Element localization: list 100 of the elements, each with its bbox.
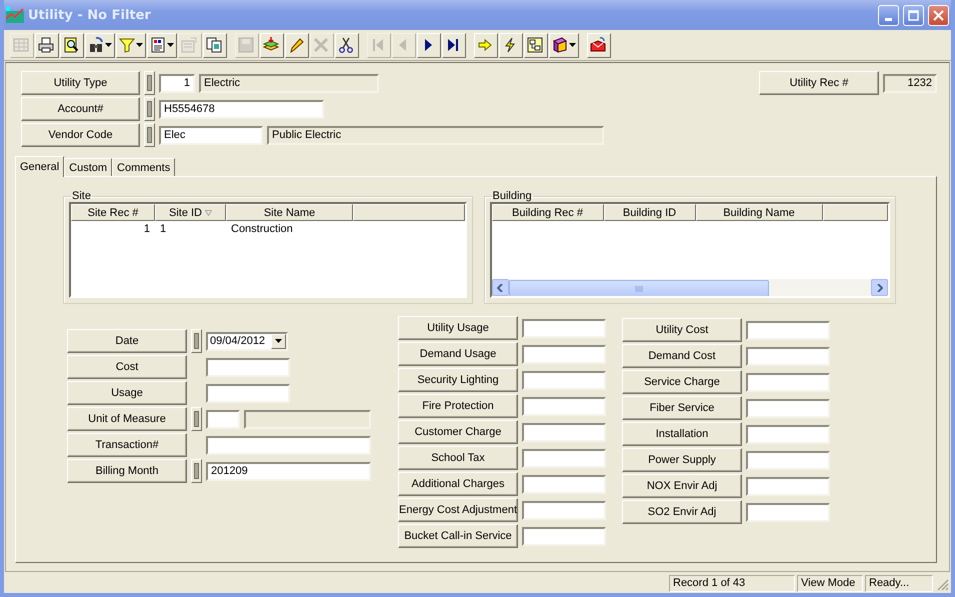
minimize-button[interactable] [878, 4, 899, 26]
field-label-button[interactable]: Cost [67, 355, 187, 379]
toolbar-button[interactable] [335, 32, 359, 58]
input-field[interactable] [522, 422, 606, 442]
input-field[interactable] [746, 320, 830, 340]
input-field[interactable] [522, 396, 606, 416]
window-title: Utility - No Filter [28, 8, 152, 22]
column-header[interactable]: Site ID [155, 204, 226, 221]
field-label-button[interactable]: Account# [21, 97, 140, 121]
toolbar-button[interactable] [147, 32, 177, 58]
toolbar-button[interactable] [60, 32, 84, 58]
input-field[interactable] [746, 476, 830, 496]
column-header[interactable]: Building ID [604, 204, 696, 221]
field-label-button[interactable]: Installation [622, 422, 742, 446]
lookup-handle[interactable] [144, 71, 155, 95]
input-field[interactable] [746, 424, 830, 444]
column-header[interactable]: Site Rec # [71, 204, 155, 221]
lookup-handle[interactable] [191, 329, 202, 353]
date-value: 09/04/2012 [210, 335, 266, 347]
field-label-button[interactable]: Billing Month [67, 459, 187, 483]
toolbar-button[interactable] [203, 32, 227, 58]
column-header[interactable]: Building Name [696, 204, 822, 221]
field-label-button[interactable]: Customer Charge [398, 420, 518, 444]
field-label-button[interactable]: School Tax [398, 446, 518, 470]
input-field[interactable] [522, 526, 606, 546]
toolbar-button[interactable] [85, 32, 115, 58]
toolbar-button[interactable] [587, 32, 611, 58]
toolbar-button[interactable] [35, 32, 59, 58]
field-label-button[interactable]: Utility Usage [398, 316, 518, 340]
field-label-button[interactable]: Demand Cost [622, 344, 742, 368]
lookup-handle[interactable] [144, 97, 155, 121]
toolbar-button[interactable] [524, 32, 548, 58]
input-field[interactable] [522, 500, 606, 520]
maximize-button[interactable] [903, 4, 924, 26]
toolbar-button[interactable] [499, 32, 523, 58]
tab[interactable]: Comments [112, 158, 176, 176]
toolbar-button[interactable] [442, 32, 466, 58]
input-field[interactable] [746, 346, 830, 366]
input-field[interactable]: 201209 [206, 462, 371, 480]
field-label-button[interactable]: Service Charge [622, 370, 742, 394]
input-field[interactable] [746, 450, 830, 470]
toolbar-button[interactable] [116, 32, 146, 58]
input-field[interactable]: H5554678 [159, 100, 324, 118]
field-label-button[interactable]: Power Supply [622, 448, 742, 472]
toolbar-button[interactable] [417, 32, 441, 58]
field-label-button[interactable]: Usage [67, 381, 187, 405]
field-label-button[interactable]: NOX Envir Adj [622, 474, 742, 498]
caret-icon [569, 43, 576, 47]
field-label-button[interactable]: Additional Charges [398, 472, 518, 496]
stack-icon [263, 37, 279, 53]
field-label-button[interactable]: Utility Type [21, 71, 140, 95]
dropdown-button[interactable] [271, 334, 286, 348]
scroll-left-button[interactable] [492, 279, 508, 296]
input-field[interactable] [206, 436, 371, 454]
toolbar-button[interactable] [474, 32, 498, 58]
input-field[interactable] [206, 384, 290, 402]
input-field[interactable]: 1 [159, 74, 195, 92]
toolbar-button[interactable] [260, 32, 284, 58]
lookup-handle[interactable] [144, 123, 155, 147]
column-header[interactable]: Building Rec # [492, 204, 604, 221]
field-label-button[interactable]: Utility Rec # [759, 71, 879, 95]
input-field[interactable] [206, 410, 240, 428]
input-field[interactable] [206, 358, 290, 376]
date-field[interactable]: 09/04/2012 [206, 332, 288, 350]
input-field[interactable] [522, 318, 606, 338]
field-label-button[interactable]: Unit of Measure [67, 407, 187, 431]
input-field[interactable]: Elec [159, 126, 263, 144]
input-field[interactable] [522, 448, 606, 468]
column-header[interactable]: Site Name [226, 204, 353, 221]
lookup-handle[interactable] [191, 407, 202, 431]
input-field[interactable] [746, 372, 830, 392]
sort-icon [205, 210, 212, 216]
toolbar-button[interactable] [285, 32, 309, 58]
field-label-button[interactable]: Utility Cost [622, 318, 742, 342]
scroll-right-button[interactable] [871, 279, 888, 296]
caret-icon [136, 43, 143, 47]
field-label-button[interactable]: Vendor Code [21, 123, 140, 147]
field-label-button[interactable]: Security Lighting [398, 368, 518, 392]
scroll-thumb[interactable] [508, 280, 768, 296]
tab[interactable]: General [15, 156, 64, 177]
input-field[interactable] [746, 502, 830, 522]
field-label-button[interactable]: Demand Usage [398, 342, 518, 366]
field-label-button[interactable]: SO2 Envir Adj [622, 500, 742, 524]
field-label-button[interactable]: Fire Protection [398, 394, 518, 418]
save-icon [238, 37, 254, 53]
input-field[interactable] [522, 370, 606, 390]
field-label-button[interactable]: Transaction# [67, 433, 187, 457]
horizontal-scrollbar[interactable] [492, 279, 888, 296]
input-field[interactable] [522, 344, 606, 364]
tab[interactable]: Custom [64, 158, 112, 176]
field-label-button[interactable]: Bucket Call-in Service [398, 524, 518, 548]
toolbar-button[interactable] [549, 32, 579, 58]
field-label-button[interactable]: Date [67, 329, 187, 353]
input-field[interactable] [746, 398, 830, 418]
field-label-button[interactable]: Fiber Service [622, 396, 742, 420]
close-button[interactable] [928, 4, 949, 26]
lookup-handle[interactable] [191, 459, 202, 483]
caret-icon [105, 43, 112, 47]
field-label-button[interactable]: Energy Cost Adjustment [398, 498, 518, 522]
input-field[interactable] [522, 474, 606, 494]
